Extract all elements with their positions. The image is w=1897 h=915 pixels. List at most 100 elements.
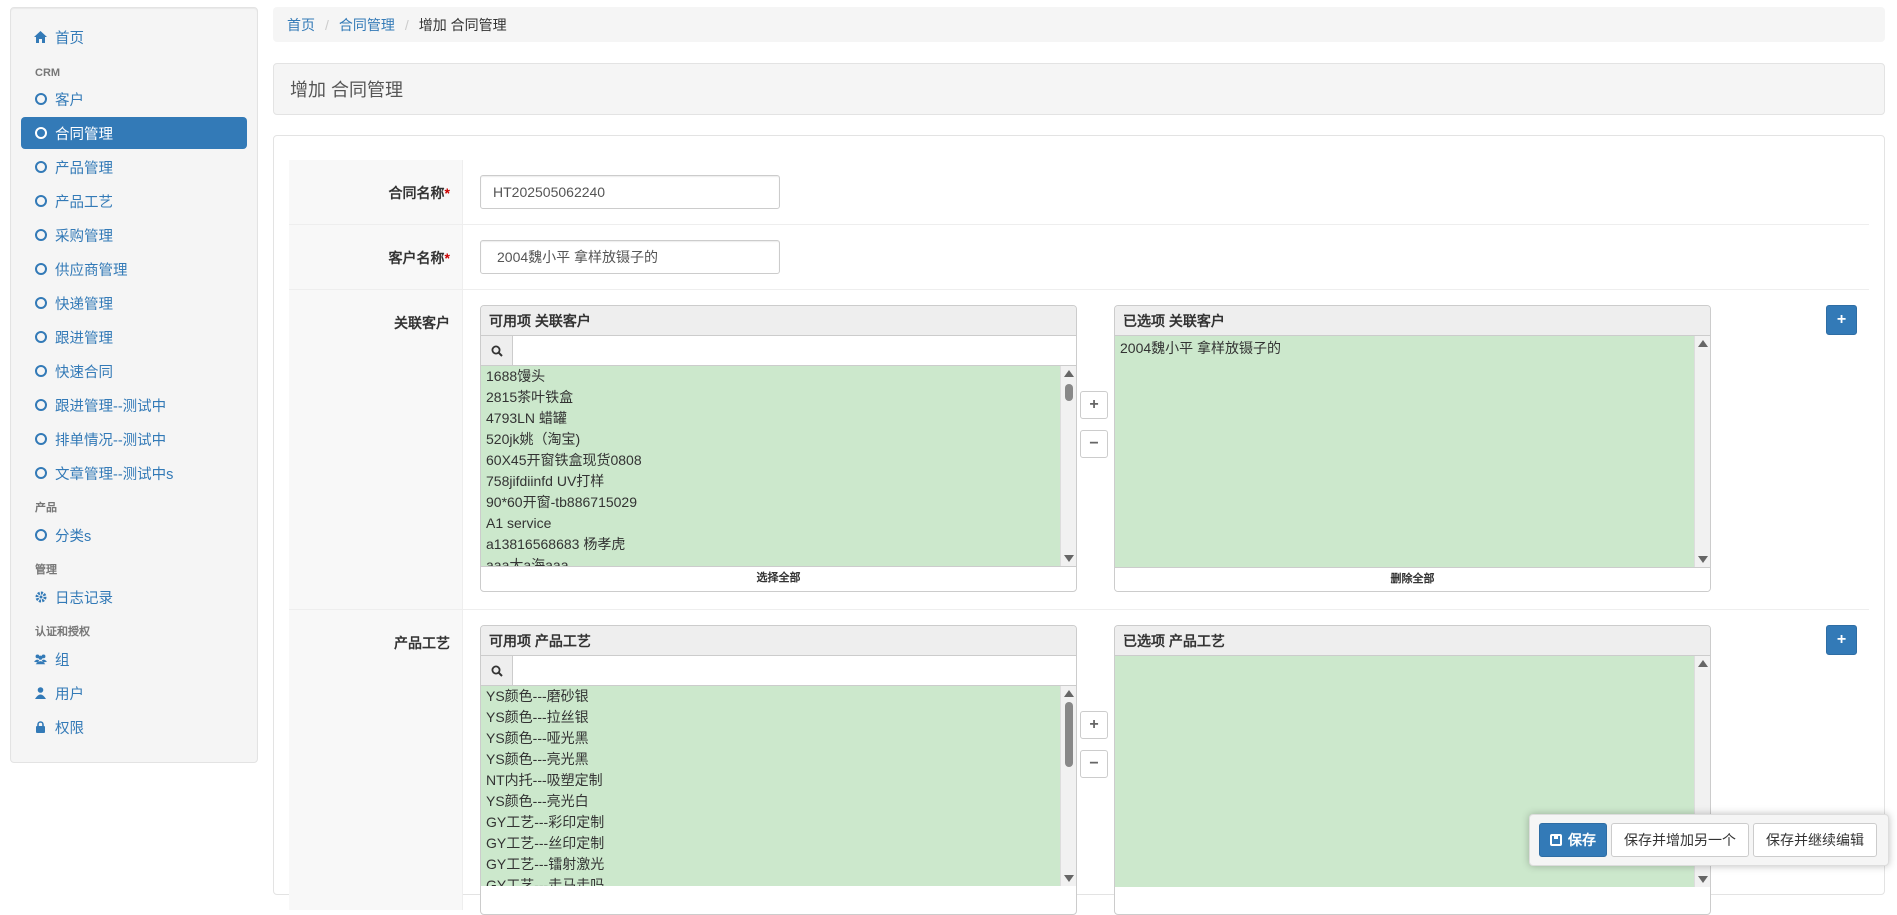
list-item[interactable]: YS颜色---哑光黑 <box>481 728 1076 749</box>
sidebar-item-article-test[interactable]: 文章管理--测试中s <box>21 457 247 489</box>
list-item[interactable]: 1688馒头 <box>481 366 1076 387</box>
user-icon <box>34 687 47 700</box>
circle-icon <box>34 161 47 174</box>
list-item[interactable]: GY工艺---彩印定制 <box>481 812 1076 833</box>
list-item[interactable]: 60X45开窗铁盒现货0808 <box>481 450 1076 471</box>
move-right-button[interactable]: + <box>1080 711 1108 739</box>
chosen-title: 已选项 产品工艺 <box>1115 626 1710 656</box>
sidebar-item-users[interactable]: 用户 <box>21 677 247 709</box>
circle-icon <box>34 433 47 446</box>
list-item[interactable]: YS颜色---拉丝银 <box>481 707 1076 728</box>
product-process-available-box: 可用项 产品工艺 YS颜色---磨砂银 YS颜色---拉丝银 YS颜色---哑光… <box>480 625 1077 915</box>
sidebar-section-product: 产品 <box>35 502 57 514</box>
sidebar-item-followup-test[interactable]: 跟进管理--测试中 <box>21 389 247 421</box>
product-process-filter-input[interactable] <box>513 656 1076 685</box>
required-marker: * <box>444 185 450 201</box>
sidebar-item-followup[interactable]: 跟进管理 <box>21 321 247 353</box>
sidebar-item-label: 权限 <box>55 720 84 737</box>
list-item[interactable]: 520jk姚（淘宝) <box>481 429 1076 450</box>
list-item[interactable]: NT内托---吸塑定制 <box>481 770 1076 791</box>
sidebar-section-crm: CRM <box>35 67 61 79</box>
sidebar-item-label: 文章管理--测试中s <box>55 466 174 483</box>
save-continue-button[interactable]: 保存并继续编辑 <box>1753 823 1877 857</box>
related-customers-available-box: 可用项 关联客户 1688馒头 2815茶叶铁盒 4793LN 蜡罐 520jk… <box>480 305 1077 592</box>
sidebar-section-admin: 管理 <box>35 564 57 576</box>
related-customers-available-list[interactable]: 1688馒头 2815茶叶铁盒 4793LN 蜡罐 520jk姚（淘宝) 60X… <box>481 366 1076 566</box>
list-item[interactable]: YS颜色---亮光黑 <box>481 749 1076 770</box>
sidebar-item-product-process[interactable]: 产品工艺 <box>21 185 247 217</box>
sidebar-item-category[interactable]: 分类s <box>21 519 247 551</box>
sidebar-item-quick-contract[interactable]: 快速合同 <box>21 355 247 387</box>
sidebar-item-customer[interactable]: 客户 <box>21 83 247 115</box>
sidebar: 首页 CRM 客户 合同管理 产品管理 产品工艺 采购管理 供应商管理 快递管理… <box>10 7 258 763</box>
sidebar-item-contract[interactable]: 合同管理 <box>21 117 247 149</box>
contract-name-input[interactable] <box>480 175 780 209</box>
scrollbar[interactable] <box>1060 686 1076 886</box>
remove-all-link[interactable]: 删除全部 <box>1115 567 1710 591</box>
list-item[interactable]: 2815茶叶铁盒 <box>481 387 1076 408</box>
circle-icon <box>34 297 47 310</box>
scrollbar[interactable] <box>1060 366 1076 566</box>
list-item[interactable]: a13816568683 杨孝虎 <box>481 534 1076 555</box>
customer-name-input[interactable] <box>480 240 780 274</box>
breadcrumb-separator: / <box>404 16 409 33</box>
scrollbar[interactable] <box>1694 336 1710 567</box>
sidebar-item-label: 产品工艺 <box>55 194 113 211</box>
list-item[interactable]: 2004魏小平 拿样放镊子的 <box>1115 338 1710 359</box>
sidebar-item-label: 用户 <box>55 686 84 703</box>
choose-all-link[interactable]: 选择全部 <box>481 566 1076 590</box>
list-item[interactable]: GY工艺---走马走吗 <box>481 875 1076 886</box>
sidebar-item-supplier[interactable]: 供应商管理 <box>21 253 247 285</box>
product-process-label: 产品工艺 <box>289 610 463 910</box>
lock-icon <box>34 721 47 734</box>
move-left-button[interactable]: − <box>1080 430 1108 458</box>
circle-icon <box>34 93 47 106</box>
related-customers-chosen-list[interactable]: 2004魏小平 拿样放镊子的 <box>1115 336 1710 567</box>
search-icon <box>481 336 513 365</box>
circle-icon <box>34 195 47 208</box>
label-text: 合同名称 <box>388 185 445 201</box>
sidebar-item-schedule-test[interactable]: 排单情况--测试中 <box>21 423 247 455</box>
list-item[interactable]: YS颜色---磨砂银 <box>481 686 1076 707</box>
product-process-available-list[interactable]: YS颜色---磨砂银 YS颜色---拉丝银 YS颜色---哑光黑 YS颜色---… <box>481 686 1076 886</box>
gear-icon <box>34 591 47 604</box>
list-item[interactable]: 4793LN 蜡罐 <box>481 408 1076 429</box>
sidebar-item-permissions[interactable]: 权限 <box>21 711 247 743</box>
product-process-chosen-box: 已选项 产品工艺 <box>1114 625 1711 915</box>
sidebar-item-groups[interactable]: 组 <box>21 643 247 675</box>
list-item[interactable]: YS颜色---亮光白 <box>481 791 1076 812</box>
circle-icon <box>34 399 47 412</box>
sidebar-item-label: 分类s <box>55 528 92 545</box>
breadcrumb-section-link[interactable]: 合同管理 <box>339 15 395 35</box>
save-add-another-button[interactable]: 保存并增加另一个 <box>1611 823 1749 857</box>
form-row-contract-name: 合同名称* <box>289 160 1869 225</box>
sidebar-item-express[interactable]: 快递管理 <box>21 287 247 319</box>
list-item[interactable]: 758jifdiinfd UV打样 <box>481 471 1076 492</box>
save-button[interactable]: 保存 <box>1539 823 1607 857</box>
chosen-title: 已选项 关联客户 <box>1115 306 1710 336</box>
move-right-button[interactable]: + <box>1080 391 1108 419</box>
sidebar-item-product[interactable]: 产品管理 <box>21 151 247 183</box>
home-icon <box>34 31 47 44</box>
list-item[interactable]: 90*60开窗-tb886715029 <box>481 492 1076 513</box>
sidebar-item-label: 首页 <box>55 30 84 47</box>
add-related-customer-button[interactable]: + <box>1826 305 1857 335</box>
circle-icon <box>34 467 47 480</box>
breadcrumb-home-link[interactable]: 首页 <box>287 15 315 35</box>
sidebar-item-purchase[interactable]: 采购管理 <box>21 219 247 251</box>
sidebar-item-log[interactable]: 日志记录 <box>21 581 247 613</box>
form-row-customer-name: 客户名称* <box>289 225 1869 290</box>
required-marker: * <box>444 250 450 266</box>
related-customers-filter-input[interactable] <box>513 336 1076 365</box>
list-item[interactable]: aaa大a海aaa <box>481 555 1076 566</box>
move-left-button[interactable]: − <box>1080 750 1108 778</box>
list-item[interactable]: GY工艺---镭射激光 <box>481 854 1076 875</box>
list-item[interactable]: GY工艺---丝印定制 <box>481 833 1076 854</box>
list-item[interactable]: A1 service <box>481 513 1076 534</box>
filter-row <box>481 336 1076 366</box>
contract-name-label: 合同名称* <box>289 160 463 224</box>
add-product-process-button[interactable]: + <box>1826 625 1857 655</box>
sidebar-item-label: 客户 <box>55 92 84 109</box>
sidebar-item-label: 快速合同 <box>55 364 113 381</box>
sidebar-item-home[interactable]: 首页 <box>21 21 247 53</box>
